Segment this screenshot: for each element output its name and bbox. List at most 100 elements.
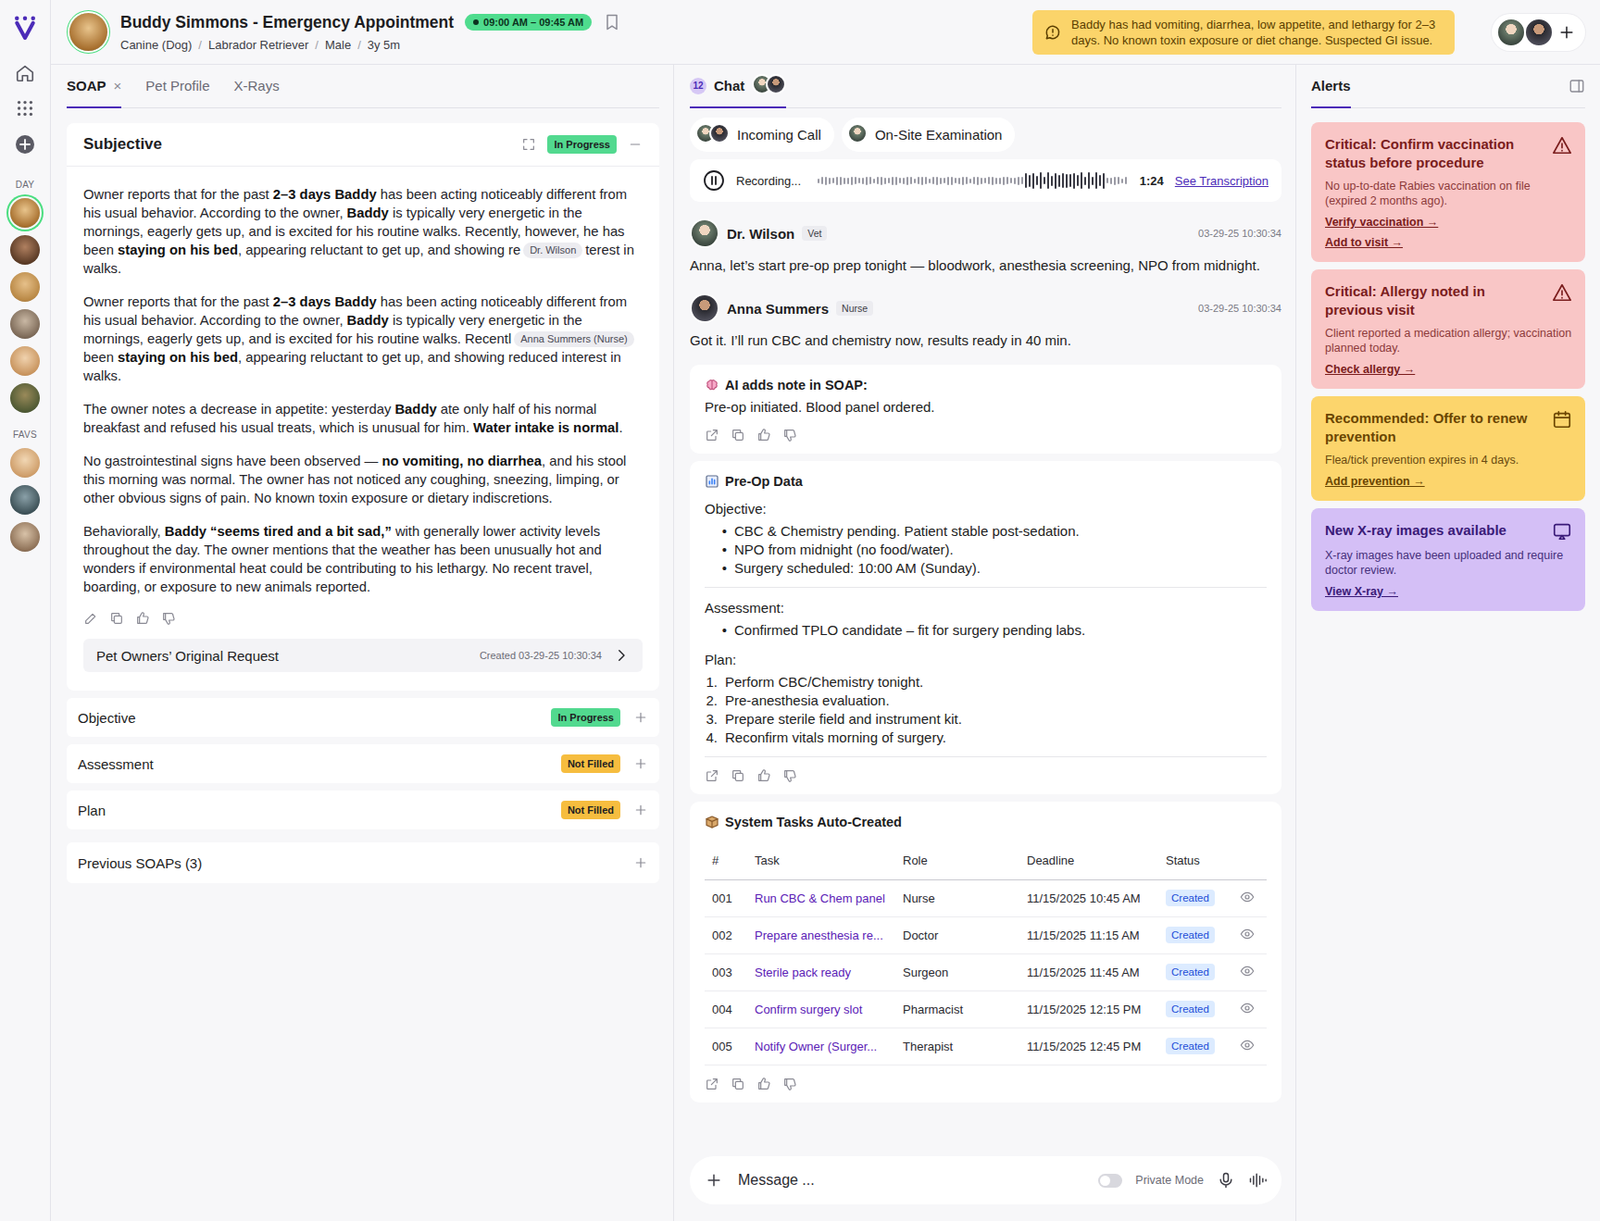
task-link[interactable]: Prepare anesthesia re...	[747, 916, 896, 954]
home-icon[interactable]	[14, 62, 36, 84]
edit-icon[interactable]	[83, 611, 99, 626]
thumbs-down-icon[interactable]	[782, 1076, 798, 1092]
apps-grid-icon[interactable]	[14, 98, 36, 119]
table-row[interactable]: 004Confirm surgery slotPharmacist11/15/2…	[704, 990, 1267, 1028]
add-icon[interactable]	[633, 855, 649, 871]
add-icon[interactable]	[633, 756, 649, 772]
eye-icon[interactable]	[1239, 1037, 1255, 1053]
table-row[interactable]: 005Notify Owner (Surger...Therapist11/15…	[704, 1027, 1267, 1065]
wave-bar	[947, 176, 950, 186]
wave-bar	[1043, 176, 1046, 185]
tab-label: Chat	[713, 77, 745, 94]
thumbs-up-icon[interactable]	[756, 768, 772, 784]
add-icon[interactable]	[633, 802, 649, 818]
pet-avatar[interactable]	[10, 448, 40, 478]
pet-avatar[interactable]	[10, 198, 40, 228]
list-marker: •	[713, 559, 727, 578]
thumbs-up-icon[interactable]	[756, 1076, 772, 1092]
alert-link[interactable]: Verify vaccination →	[1325, 215, 1573, 229]
soap-tabs: SOAP× Pet Profile X-Rays	[66, 64, 660, 109]
thumbs-down-icon[interactable]	[161, 611, 176, 626]
tasks-table: #TaskRoleDeadlineStatus001Run CBC & Chem…	[704, 842, 1267, 1066]
status-badge: Not Filled	[561, 754, 621, 774]
panel-toggle[interactable]	[1568, 64, 1586, 109]
pet-avatar[interactable]	[10, 485, 40, 515]
wave-bar	[921, 176, 924, 186]
copy-icon[interactable]	[730, 1076, 746, 1092]
close-tab-button[interactable]: ×	[113, 77, 123, 94]
chevron-right-icon[interactable]	[612, 647, 630, 664]
thumbs-up-icon[interactable]	[135, 611, 150, 626]
add-icon[interactable]	[633, 710, 649, 725]
message-input[interactable]	[736, 1171, 1086, 1190]
pet-avatar[interactable]	[10, 235, 40, 265]
attach-plus-icon[interactable]	[704, 1171, 724, 1190]
soap-section[interactable]: AssessmentNot Filled	[66, 744, 660, 784]
voice-wave-icon[interactable]	[1248, 1171, 1267, 1190]
table-row[interactable]: 003Sterile pack readySurgeon11/15/2025 1…	[704, 953, 1267, 991]
pet-avatar[interactable]	[10, 346, 40, 376]
open-external-icon[interactable]	[704, 1076, 720, 1092]
task-link[interactable]: Sterile pack ready	[747, 953, 896, 991]
table-row[interactable]: 001Run CBC & Chem panelNurse11/15/2025 1…	[704, 879, 1267, 917]
eye-icon[interactable]	[1239, 926, 1255, 942]
expand-icon[interactable]	[521, 137, 537, 152]
copy-icon[interactable]	[730, 427, 746, 443]
alert-link[interactable]: View X-ray →	[1325, 585, 1573, 599]
chat-chip[interactable]: On-Site Examination	[841, 117, 1016, 152]
thumbs-up-icon[interactable]	[756, 427, 772, 443]
open-external-icon[interactable]	[704, 427, 720, 443]
soap-section[interactable]: PlanNot Filled	[66, 790, 660, 830]
pet-avatar[interactable]	[10, 272, 40, 302]
wave-bar	[895, 176, 898, 186]
alert-link[interactable]: Check allergy →	[1325, 362, 1573, 376]
vet-avatar	[1496, 17, 1526, 48]
private-mode-toggle[interactable]	[1098, 1174, 1123, 1188]
wave-bar	[1002, 176, 1005, 186]
eye-icon[interactable]	[1239, 963, 1255, 979]
ai-note-card: AI adds note in SOAP:Pre-op initiated. B…	[689, 364, 1282, 454]
previous-soaps[interactable]: Previous SOAPs (3)	[66, 842, 660, 884]
meta-item: Labrador Retriever	[208, 37, 309, 52]
task-link[interactable]: Confirm surgery slot	[747, 990, 896, 1028]
eye-icon[interactable]	[1239, 889, 1255, 905]
chat-chip[interactable]: Incoming Call	[689, 117, 835, 152]
eye-icon[interactable]	[1239, 1000, 1255, 1016]
sidebar-toggle-icon[interactable]	[1568, 77, 1586, 95]
alert-title: Critical: Allergy noted in previous visi…	[1325, 282, 1543, 320]
copy-icon[interactable]	[730, 768, 746, 784]
wave-bar	[1125, 176, 1127, 185]
thumbs-down-icon[interactable]	[782, 427, 798, 443]
bookmark-icon[interactable]	[602, 12, 622, 32]
alert-link[interactable]: Add prevention →	[1325, 475, 1573, 488]
bold-text: Water intake is normal	[473, 420, 619, 436]
chat-tab[interactable]: 12Chat	[689, 64, 787, 109]
soap-section[interactable]: ObjectiveIn Progress	[66, 698, 660, 738]
microphone-icon[interactable]	[1216, 1171, 1236, 1190]
alert-link[interactable]: Add to visit →	[1325, 236, 1573, 250]
original-request-row[interactable]: Pet Owners’ Original RequestCreated 03-2…	[83, 638, 643, 673]
pet-avatar[interactable]	[10, 309, 40, 339]
alerts-tab[interactable]: Alerts	[1311, 64, 1351, 109]
new-item-icon[interactable]	[13, 133, 37, 156]
tab[interactable]: X-Rays	[233, 64, 279, 109]
tab[interactable]: Pet Profile	[145, 64, 210, 109]
table-row[interactable]: 002Prepare anesthesia re...Doctor11/15/2…	[704, 916, 1267, 954]
open-external-icon[interactable]	[704, 768, 720, 784]
see-transcription-link[interactable]: See Transcription	[1175, 174, 1269, 188]
task-role: Therapist	[895, 1027, 1020, 1065]
logo-icon[interactable]	[11, 14, 39, 43]
pause-icon[interactable]	[702, 169, 725, 192]
pet-avatar[interactable]	[10, 383, 40, 413]
thumbs-down-icon[interactable]	[782, 768, 798, 784]
add-member-icon[interactable]	[1557, 23, 1576, 42]
team-members[interactable]	[1491, 13, 1586, 51]
wave-bar	[1021, 176, 1024, 185]
collapse-icon[interactable]	[627, 137, 643, 152]
subjective-actions	[83, 611, 643, 626]
tab[interactable]: SOAP×	[66, 64, 122, 109]
copy-icon[interactable]	[109, 611, 125, 626]
task-link[interactable]: Notify Owner (Surger...	[747, 1027, 896, 1065]
pet-avatar[interactable]	[10, 522, 40, 552]
task-link[interactable]: Run CBC & Chem panel	[747, 879, 896, 917]
